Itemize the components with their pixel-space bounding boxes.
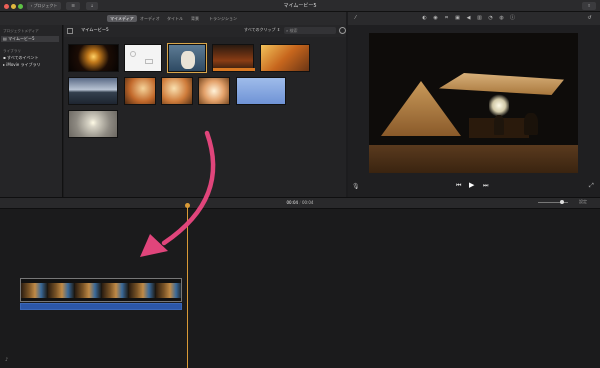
search-input[interactable]: ⌕ 検索 <box>284 27 336 34</box>
skip-forward-icon[interactable]: ⏭ <box>483 182 488 190</box>
close-window-button[interactable] <box>4 3 9 9</box>
tab-audio[interactable]: オーディオ <box>137 15 163 22</box>
sidebar-toggle-icon[interactable] <box>67 28 73 34</box>
zoom-slider-knob[interactable] <box>560 200 564 204</box>
clip-thumbnail-campfire[interactable] <box>212 44 255 72</box>
filter-icon[interactable]: ◍ <box>498 15 505 22</box>
timeline-audio-track[interactable] <box>20 303 182 310</box>
wand-icon[interactable]: ⁄ <box>352 15 359 22</box>
sidebar-item-library-label: iMovie ライブラリ <box>6 62 41 67</box>
clip-thumbnail-fireworks[interactable] <box>68 44 119 72</box>
chevron-updown-icon: ⇕ <box>275 27 281 32</box>
library-list-icon: ☰ <box>71 3 75 8</box>
color-balance-icon[interactable]: ◐ <box>421 15 428 22</box>
clip-filter-select[interactable]: すべてのクリップ ⇕ <box>244 27 280 33</box>
sidebar-item-project[interactable]: ▤ マイムービー5 <box>1 36 59 42</box>
color-correction-icon[interactable]: ◉ <box>432 15 439 22</box>
playhead-handle[interactable] <box>185 203 190 208</box>
clip-thumbnail-dog[interactable] <box>167 43 207 73</box>
sidebar-section-project-media: プロジェクトメディア <box>3 29 39 33</box>
back-to-projects-button[interactable]: ‹ プロジェクト <box>27 2 61 10</box>
timeline-video-clip[interactable] <box>20 278 182 302</box>
share-icon: ⇪ <box>587 3 591 8</box>
clip-thumbnail-leaves-3[interactable] <box>198 77 230 105</box>
noise-reduction-icon[interactable]: ▥ <box>476 15 483 22</box>
share-button[interactable]: ⇪ <box>582 2 596 10</box>
sidebar-item-all-events-label: すべてのイベント <box>6 55 39 60</box>
zoom-slider[interactable] <box>538 200 568 204</box>
skip-back-icon[interactable]: ⏮ <box>456 182 461 190</box>
timecode-total: 00:04 <box>301 200 314 205</box>
library-toggle-button[interactable]: ☰ <box>66 2 80 10</box>
browser-header: マイムービー5 すべてのクリップ ⇕ ⌕ 検索 <box>64 25 346 37</box>
clip-thumbnail-autumn-leaves[interactable] <box>260 44 310 72</box>
microphone-icon[interactable]: 🎙 <box>352 183 360 190</box>
import-arrow-icon: ↓ <box>90 3 94 8</box>
timecode-display: 00:04 / 00:04 <box>286 200 314 205</box>
timecode-current: 00:04 <box>286 200 299 205</box>
info-icon[interactable]: ⓘ <box>509 15 516 22</box>
sidebar-item-library[interactable]: ▸ iMovie ライブラリ <box>3 62 61 68</box>
speed-icon[interactable]: ◔ <box>487 15 494 22</box>
import-button[interactable]: ↓ <box>86 2 98 10</box>
tab-backgrounds[interactable]: 背景 <box>188 15 202 22</box>
reset-icon[interactable]: ↺ <box>586 15 593 22</box>
clip-thumbnail-white-pattern[interactable] <box>124 44 162 72</box>
zoom-window-button[interactable] <box>18 3 23 9</box>
viewer-preview-image <box>369 33 578 173</box>
play-icon[interactable]: ▶ <box>469 181 474 189</box>
search-placeholder: 検索 <box>289 28 298 33</box>
audio-wave-icon[interactable]: ♪ <box>5 357 8 363</box>
fullscreen-icon[interactable]: ⤢ <box>589 182 594 190</box>
tab-transitions[interactable]: トランジション <box>206 15 240 22</box>
stabilization-icon[interactable]: ▣ <box>454 15 461 22</box>
browser-title: マイムービー5 <box>81 27 109 32</box>
sidebar-item-all-events[interactable]: ▪ すべてのイベント <box>3 55 61 61</box>
sidebar-section-library: ライブラリ <box>3 49 21 53</box>
clip-thumbnail-lake[interactable] <box>68 77 118 105</box>
timeline-settings-button[interactable]: 設定 <box>579 199 587 205</box>
clip-filter-label: すべてのクリップ <box>244 27 276 32</box>
media-tab-bar: マイメディア オーディオ タイトル 背景 トランジション <box>0 12 346 25</box>
clip-thumbnail-leaves-2[interactable] <box>161 77 193 105</box>
window-title: マイムービー5 <box>283 3 317 9</box>
clip-thumbnail-sky[interactable] <box>236 77 286 105</box>
volume-icon[interactable]: ◀ <box>465 15 472 22</box>
playhead[interactable] <box>187 205 189 368</box>
clip-thumbnail-moon[interactable] <box>68 110 118 138</box>
settings-gear-icon[interactable] <box>339 27 346 34</box>
adjustments-toolbar: ⁄ ◐ ◉ ⌗ ▣ ◀ ▥ ◔ ◍ ⓘ ↺ <box>348 12 600 25</box>
title-bar: ‹ プロジェクト ☰ ↓ マイムービー5 ⇪ <box>0 0 600 12</box>
crop-icon[interactable]: ⌗ <box>443 15 450 22</box>
clip-thumbnail-leaves-1[interactable] <box>124 77 156 105</box>
tab-titles[interactable]: タイトル <box>164 15 186 22</box>
minimize-window-button[interactable] <box>11 3 16 9</box>
sidebar-item-project-label: マイムービー5 <box>8 36 35 41</box>
back-button-label: プロジェクト <box>33 3 58 8</box>
tab-my-media[interactable]: マイメディア <box>107 15 137 22</box>
sidebar: プロジェクトメディア ▤ マイムービー5 ライブラリ ▪ すべてのイベント ▸ … <box>0 25 63 197</box>
